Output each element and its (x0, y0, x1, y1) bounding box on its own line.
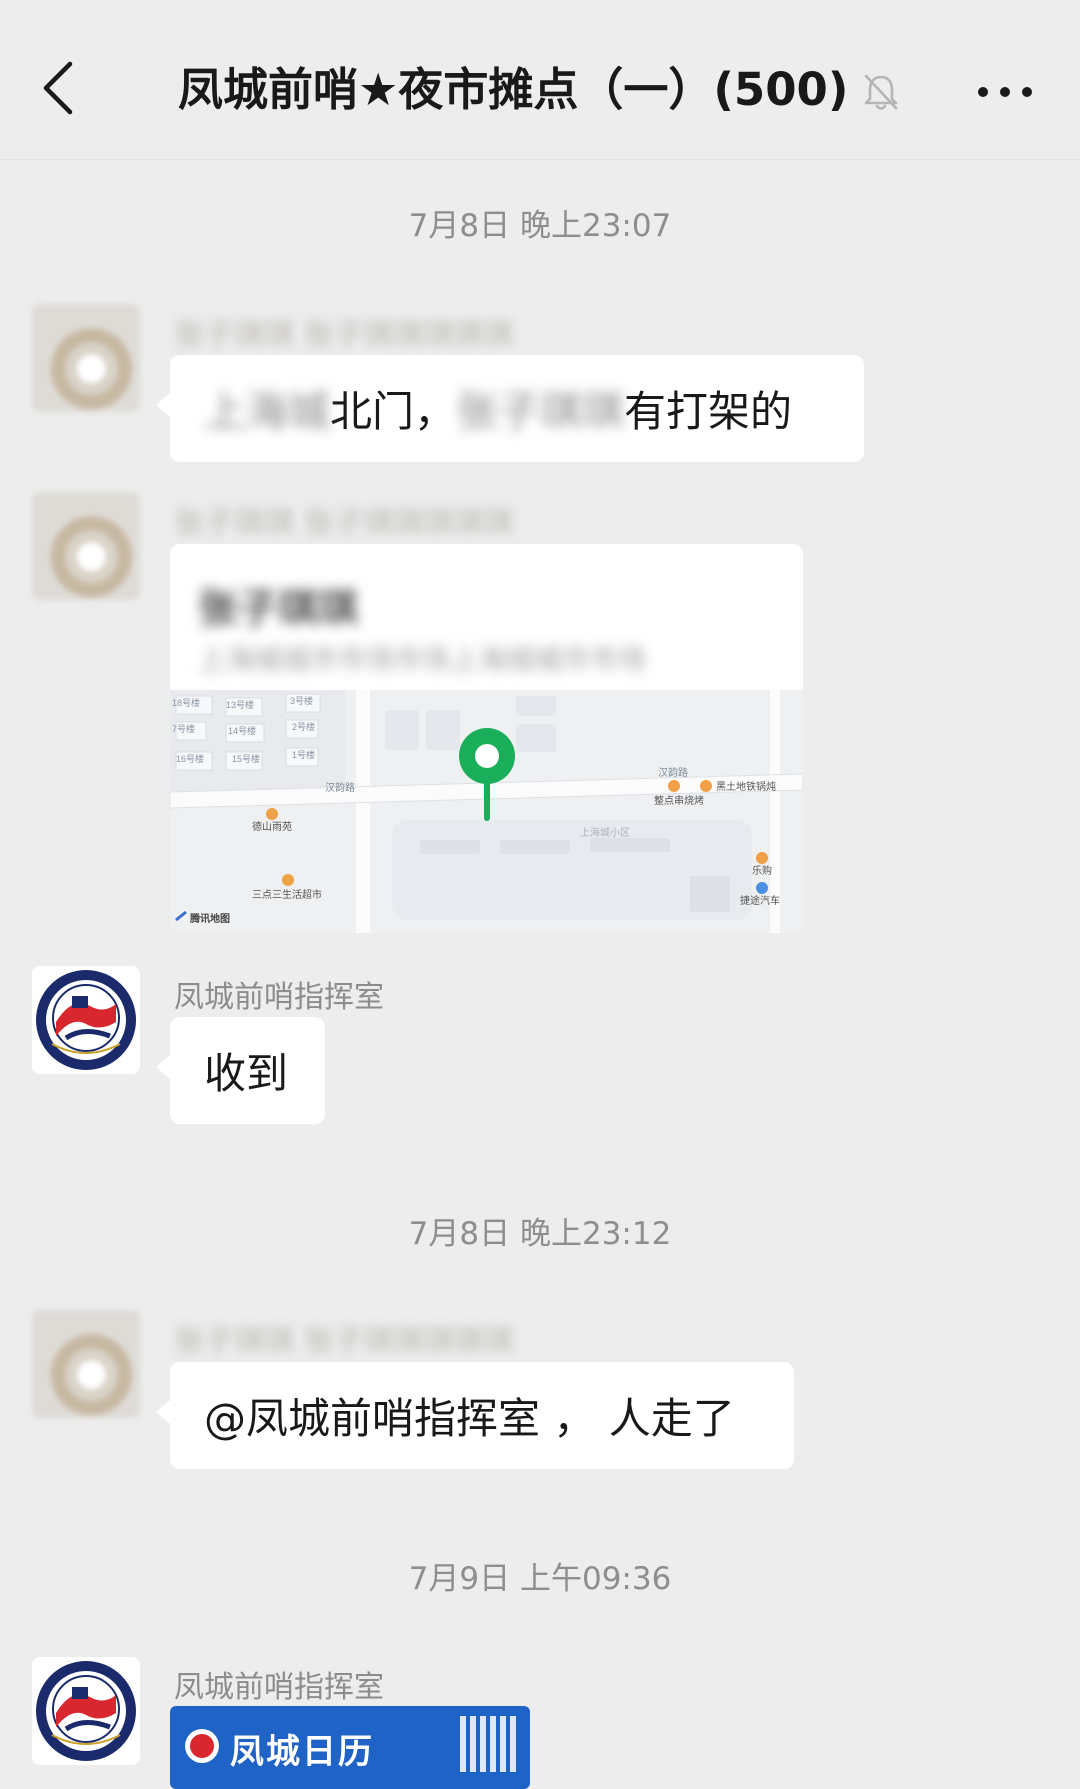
map-label: 7号楼 (172, 723, 195, 734)
map-label: 16号楼 (176, 753, 204, 764)
sender-name: 张子琪琪 张子琪琪琪琪琪 (174, 1324, 514, 1359)
map-poi: 乐购 (752, 864, 772, 877)
avatar-logo[interactable] (32, 1657, 140, 1765)
avatar[interactable] (32, 492, 140, 600)
qr-code (460, 1716, 516, 1772)
sender-name: 张子琪琪 张子琪琪琪琪琪 (174, 318, 514, 353)
location-card[interactable]: 张子琪琪 上海城城市市场市场上海城城市市场 18号楼 13号楼 3号楼 7号楼 … (170, 544, 803, 933)
police-badge-icon (36, 1661, 136, 1761)
ellipsis-icon (978, 87, 1032, 97)
message-text: @凤城前哨指挥室 ， 人走了 (204, 1394, 735, 1443)
sender-name: 张子琪琪 张子琪琪琪琪琪 (174, 506, 514, 541)
message-text: 北门， (330, 387, 457, 436)
message-timestamp: 7月9日 上午09:36 (408, 1561, 672, 1597)
message-text: 收到 (204, 1049, 289, 1098)
chat-screen: 凤城前哨★夜市摊点（一）(500) 7月8日 晚上23:07 张子琪琪 张子琪琪… (0, 0, 1080, 1789)
map-poi: 黑土地铁锅炖 (716, 780, 776, 793)
avatar-logo[interactable] (32, 966, 140, 1074)
more-button[interactable] (975, 70, 1035, 114)
map-road-label: 汉韵路 (658, 766, 688, 779)
redacted-text: 张子琪琪 (456, 387, 625, 436)
bell-off-icon (862, 72, 900, 112)
map-label: 2号楼 (292, 721, 315, 732)
back-button[interactable] (38, 60, 88, 120)
map-poi: 捷途汽车 (740, 894, 780, 907)
message-timestamp: 7月8日 晚上23:12 (408, 1216, 672, 1252)
map-label: 14号楼 (228, 725, 256, 736)
map-area-label: 上海城小区 (580, 826, 630, 839)
location-name: 张子琪琪 (198, 586, 358, 632)
map-label: 18号楼 (172, 697, 200, 708)
map-poi: 三点三生活超市 (252, 888, 322, 901)
map-label: 1号楼 (292, 749, 315, 760)
chat-header: 凤城前哨★夜市摊点（一）(500) (0, 0, 1080, 160)
sender-name: 凤城前哨指挥室 (174, 980, 384, 1015)
message-bubble[interactable]: 上海城 北门， 张子琪琪 有打架的 (156, 355, 864, 462)
map-provider: 腾讯地图 (189, 912, 230, 925)
image-message[interactable]: 凤城日历 (170, 1706, 530, 1789)
message-timestamp: 7月8日 晚上23:07 (408, 208, 672, 244)
avatar[interactable] (32, 304, 140, 412)
chat-title: 凤城前哨★夜市摊点（一）(500) (178, 63, 849, 116)
location-map: 18号楼 13号楼 3号楼 7号楼 14号楼 2号楼 16号楼 15号楼 1号楼 (170, 690, 803, 933)
map-poi: 整点串烧烤 (654, 794, 704, 807)
sender-name: 凤城前哨指挥室 (174, 1670, 384, 1705)
chevron-left-icon (43, 61, 73, 115)
message-bubble[interactable]: 收到 (156, 1017, 325, 1124)
map-label: 13号楼 (226, 699, 254, 710)
map-label: 15号楼 (232, 753, 260, 764)
message-bubble[interactable]: @凤城前哨指挥室 ， 人走了 (156, 1362, 794, 1469)
image-caption: 凤城日历 (230, 1732, 374, 1772)
avatar[interactable] (32, 1310, 140, 1418)
message-text: 有打架的 (624, 387, 793, 436)
map-poi: 德山雨苑 (252, 820, 292, 833)
redacted-text: 上海城 (204, 387, 331, 436)
map-road-label: 汉韵路 (325, 781, 355, 794)
police-badge-icon (36, 970, 136, 1070)
emblem-icon (185, 1729, 219, 1763)
location-address: 上海城城市市场市场上海城城市市场 (198, 643, 647, 676)
map-label: 3号楼 (290, 695, 313, 706)
